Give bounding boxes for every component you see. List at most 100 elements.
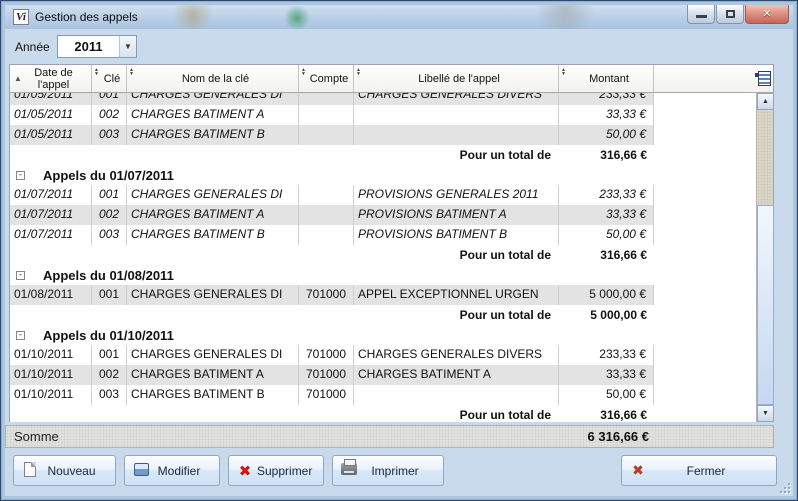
scroll-down-icon[interactable]: ▼	[757, 405, 774, 422]
table-header: ▲Date de l'appel▲▼Clé▲▼Nom de la clé▲▼Co…	[10, 65, 773, 93]
cell-date: 01/10/2011	[10, 365, 92, 385]
column-header-6[interactable]: ▲▼Montant	[559, 65, 654, 92]
cell-libelle	[354, 125, 559, 145]
scroll-up-icon[interactable]: ▲	[757, 93, 774, 110]
column-header-5[interactable]: ▲▼Libellé de l'appel	[354, 65, 559, 92]
cell-montant: 50,00 €	[559, 225, 654, 245]
group-row[interactable]: - Appels du 01/08/2011	[10, 265, 756, 285]
fermer-button[interactable]: ✖ Fermer	[621, 455, 777, 486]
table-body: 01/05/2011001CHARGES GENERALES DICHARGES…	[10, 93, 756, 422]
total-row: Pour un total de5 000,00 €	[10, 305, 654, 325]
imprimer-button[interactable]: Imprimer	[332, 455, 444, 486]
table-menu-icon	[758, 71, 771, 86]
group-label: Appels du 01/08/2011	[43, 268, 174, 283]
calls-table: ▲Date de l'appel▲▼Clé▲▼Nom de la clé▲▼Co…	[9, 64, 774, 422]
resize-grip[interactable]	[778, 481, 790, 493]
scrollbar-thumb[interactable]	[757, 205, 774, 405]
supprimer-button-label: Supprimer	[257, 464, 312, 478]
total-amount: 316,66 €	[559, 408, 654, 422]
cell-compte: 701000	[299, 285, 354, 305]
imprimer-button-label: Imprimer	[361, 464, 429, 478]
sort-asc-icon: ▲	[14, 73, 22, 85]
cell-date: 01/07/2011	[10, 185, 92, 205]
table-row[interactable]: 01/07/2011002CHARGES BATIMENT A PROVISION…	[10, 205, 654, 225]
column-header-2[interactable]: ▲▼Clé	[92, 65, 127, 92]
year-select[interactable]: 2011 ▼	[57, 35, 137, 58]
cell-cle: 002	[92, 365, 127, 385]
column-header-4[interactable]: ▲▼Compte	[299, 65, 354, 92]
table-row[interactable]: 01/08/2011001CHARGES GENERALES DI701000A…	[10, 285, 654, 305]
cell-cle: 002	[92, 205, 127, 225]
collapse-group-icon[interactable]: -	[16, 171, 25, 180]
cell-nom: CHARGES BATIMENT A	[127, 205, 299, 225]
column-header-3[interactable]: ▲▼Nom de la clé	[127, 65, 299, 92]
supprimer-button[interactable]: ✖ Supprimer	[228, 455, 324, 486]
total-row: Pour un total de316,66 €	[10, 245, 654, 265]
table-row[interactable]: 01/05/2011001CHARGES GENERALES DICHARGES…	[10, 93, 654, 105]
table-row[interactable]: 01/10/2011001CHARGES GENERALES DI701000C…	[10, 345, 654, 365]
cell-libelle	[354, 385, 559, 405]
cell-compte	[299, 125, 354, 145]
group-label: Appels du 01/10/2011	[43, 328, 174, 343]
column-header-1[interactable]: ▲Date de l'appel	[10, 65, 92, 92]
title-bar[interactable]: Vi Gestion des appels ✕	[5, 5, 793, 29]
sort-both-icon: ▲▼	[129, 68, 134, 76]
nouveau-button[interactable]: Nouveau	[13, 455, 116, 486]
edit-icon	[129, 463, 153, 479]
column-header-label: Compte	[310, 73, 349, 85]
maximize-button[interactable]	[716, 5, 744, 24]
collapse-group-icon[interactable]: -	[16, 271, 25, 280]
minimize-icon	[696, 15, 707, 18]
total-row: Pour un total de316,66 €	[10, 405, 654, 422]
cell-cle: 001	[92, 185, 127, 205]
cell-cle: 003	[92, 125, 127, 145]
sum-bar: Somme 6 316,66 €	[5, 425, 774, 448]
close-x-icon: ✖	[626, 462, 650, 479]
sum-value: 6 316,66 €	[588, 429, 649, 444]
cell-montant: 50,00 €	[559, 385, 654, 405]
cell-date: 01/10/2011	[10, 385, 92, 405]
cell-compte	[299, 185, 354, 205]
table-row[interactable]: 01/05/2011003CHARGES BATIMENT B50,00 €	[10, 125, 654, 145]
cell-cle: 003	[92, 385, 127, 405]
cell-libelle: PROVISIONS GENERALES 2011	[354, 185, 559, 205]
column-header-label: Date de l'appel	[18, 67, 89, 91]
vertical-scrollbar[interactable]: ▲ ▼	[756, 93, 773, 422]
chevron-down-icon[interactable]: ▼	[119, 36, 136, 57]
table-row[interactable]: 01/05/2011002CHARGES BATIMENT A33,33 €	[10, 105, 654, 125]
cell-libelle: PROVISIONS BATIMENT B	[354, 225, 559, 245]
group-row[interactable]: -Appels du 01/07/2011	[10, 165, 756, 185]
sum-label: Somme	[14, 429, 59, 444]
cell-cle: 002	[92, 105, 127, 125]
table-row[interactable]: 01/07/2011003CHARGES BATIMENT BPROVISION…	[10, 225, 654, 245]
cell-date: 01/05/2011	[10, 105, 92, 125]
cell-nom: CHARGES BATIMENT B	[127, 225, 299, 245]
table-row[interactable]: 01/10/2011002CHARGES BATIMENT A701000CHA…	[10, 365, 654, 385]
cell-compte: 701000	[299, 385, 354, 405]
minimize-button[interactable]	[687, 5, 715, 24]
close-button[interactable]: ✕	[745, 5, 789, 24]
cell-cle: 001	[92, 285, 127, 305]
close-icon: ✕	[746, 7, 788, 20]
group-row[interactable]: - Appels du 01/10/2011	[10, 325, 756, 345]
cell-date: 01/07/2011	[10, 205, 92, 225]
cell-montant: 33,33 €	[559, 365, 654, 385]
cell-date: 01/05/2011	[10, 125, 92, 145]
maximize-icon	[726, 10, 735, 18]
table-row[interactable]: 01/07/2011001CHARGES GENERALES DI PROVISI…	[10, 185, 654, 205]
cell-libelle: PROVISIONS BATIMENT A	[354, 205, 559, 225]
cell-montant: 233,33 €	[559, 93, 654, 105]
modifier-button[interactable]: Modifier	[124, 455, 220, 486]
collapse-group-icon[interactable]: -	[16, 331, 25, 340]
table-row[interactable]: 01/10/2011003CHARGES BATIMENT B70100050,…	[10, 385, 654, 405]
table-menu-button[interactable]	[756, 65, 773, 92]
total-label: Pour un total de	[10, 408, 559, 422]
cell-compte	[299, 105, 354, 125]
cell-nom: CHARGES GENERALES DI	[127, 185, 299, 205]
cell-nom: CHARGES GENERALES DI	[127, 285, 299, 305]
year-value: 2011	[58, 36, 119, 57]
window-title: Gestion des appels	[35, 10, 138, 24]
column-header-label: Libellé de l'appel	[418, 73, 500, 85]
cell-cle: 003	[92, 225, 127, 245]
cell-libelle: CHARGES BATIMENT A	[354, 365, 559, 385]
